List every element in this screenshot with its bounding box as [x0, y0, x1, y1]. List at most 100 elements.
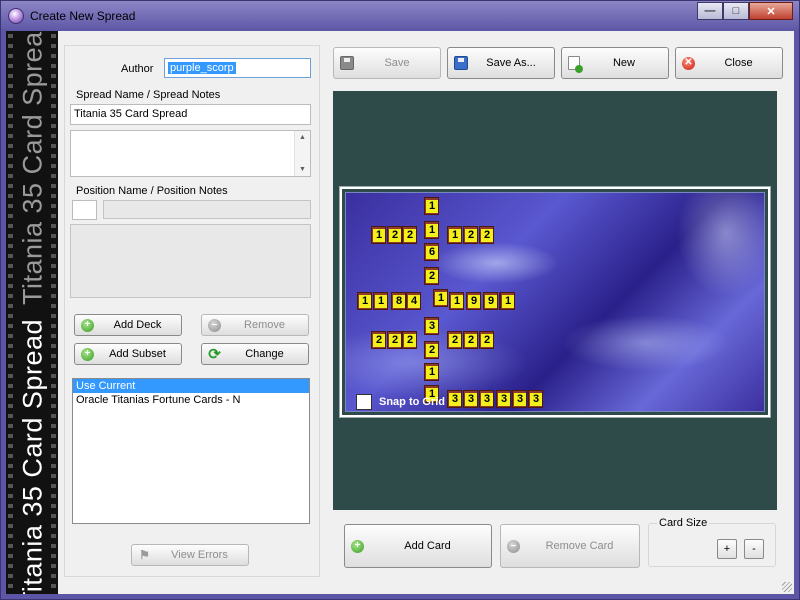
close-icon: ✕ — [682, 56, 695, 70]
spread-card[interactable]: 1 — [447, 226, 462, 244]
spread-card[interactable]: 2 — [463, 226, 478, 244]
author-label: Author — [121, 63, 154, 75]
spread-card[interactable]: 3 — [447, 390, 462, 408]
spread-board: 122116213211122118419911222222333333 Sna… — [340, 187, 770, 417]
spread-card[interactable]: 9 — [483, 292, 498, 310]
spread-name-input[interactable]: Titania 35 Card Spread — [70, 104, 311, 125]
spread-card[interactable]: 2 — [371, 331, 386, 349]
author-input[interactable]: purple_scorp — [164, 58, 311, 78]
spread-card[interactable]: 1 — [371, 226, 386, 244]
spread-card[interactable]: 3 — [496, 390, 511, 408]
new-page-icon — [568, 56, 583, 73]
snap-to-grid-checkbox[interactable] — [356, 394, 372, 410]
add-card-button[interactable]: + Add Card — [344, 524, 492, 568]
card-position-number: 1 — [375, 295, 387, 308]
spread-card[interactable]: 1 — [433, 289, 448, 307]
card-position-number: 1 — [449, 229, 461, 242]
card-position-number: 2 — [389, 334, 401, 347]
card-position-number: 4 — [408, 295, 420, 308]
minus-icon: – — [507, 539, 520, 553]
spread-card[interactable]: 1 — [449, 292, 464, 310]
spread-card[interactable]: 3 — [424, 317, 439, 335]
card-position-number: 2 — [426, 270, 438, 283]
maximize-button[interactable]: □ — [723, 2, 749, 20]
change-deck-button[interactable]: ⟳ Change — [201, 343, 309, 365]
spread-card[interactable]: 9 — [466, 292, 481, 310]
position-name-input[interactable] — [103, 200, 311, 219]
spread-card[interactable]: 1 — [424, 197, 439, 215]
spread-card[interactable]: 4 — [406, 292, 421, 310]
deck-list[interactable]: Use Current Oracle Titanias Fortune Card… — [72, 378, 310, 524]
card-position-number: 2 — [481, 229, 493, 242]
spread-card[interactable]: 3 — [463, 390, 478, 408]
minus-icon: – — [208, 318, 221, 332]
resize-grip[interactable] — [782, 582, 792, 592]
plus-icon: + — [351, 539, 364, 553]
spread-card[interactable]: 1 — [500, 292, 515, 310]
position-label: Position Name / Position Notes — [76, 185, 228, 197]
spread-card[interactable]: 2 — [387, 331, 402, 349]
decrease-size-button[interactable]: - — [744, 539, 764, 559]
add-subset-button[interactable]: + Add Subset — [74, 343, 182, 365]
title-bar[interactable]: Create New Spread — □ ✕ — [1, 1, 799, 31]
spread-canvas: 122116213211122118419911222222333333 Sna… — [333, 91, 777, 510]
save-button[interactable]: Save — [333, 47, 441, 79]
spread-card[interactable]: 3 — [512, 390, 527, 408]
position-notes-textarea[interactable] — [70, 224, 311, 298]
remove-deck-button[interactable]: – Remove — [201, 314, 309, 336]
card-position-number: 2 — [465, 229, 477, 242]
close-window-button[interactable]: ✕ — [749, 2, 793, 20]
list-item[interactable]: Use Current — [73, 379, 309, 393]
spread-card[interactable]: 2 — [463, 331, 478, 349]
add-deck-button[interactable]: + Add Deck — [74, 314, 182, 336]
spread-name-value: Titania 35 Card Spread — [74, 108, 188, 120]
spread-name-label: Spread Name / Spread Notes — [76, 89, 221, 101]
flag-icon: ⚑ — [139, 548, 150, 562]
spread-card[interactable]: 3 — [479, 390, 494, 408]
close-button[interactable]: ✕ Close — [675, 47, 783, 79]
card-position-number: 2 — [404, 334, 416, 347]
spread-card[interactable]: 8 — [391, 292, 406, 310]
scroll-down-icon[interactable]: ▼ — [299, 166, 306, 173]
spread-layout[interactable]: 122116213211122118419911222222333333 Sna… — [345, 192, 765, 412]
spread-card[interactable]: 1 — [357, 292, 372, 310]
film-perforation-left — [8, 31, 13, 594]
snap-to-grid-label: Snap to Grid — [379, 396, 445, 408]
card-position-number: 1 — [451, 295, 463, 308]
minimize-button[interactable]: — — [697, 2, 723, 20]
spread-card[interactable]: 1 — [373, 292, 388, 310]
spread-card[interactable]: 1 — [424, 221, 439, 239]
spread-card[interactable]: 2 — [402, 226, 417, 244]
spread-card[interactable]: 2 — [402, 331, 417, 349]
position-number-input[interactable] — [72, 200, 97, 220]
spread-card[interactable]: 6 — [424, 243, 439, 261]
spread-card[interactable]: 1 — [424, 363, 439, 381]
save-as-button[interactable]: Save As... — [447, 47, 555, 79]
spread-card[interactable]: 3 — [528, 390, 543, 408]
new-button[interactable]: New — [561, 47, 669, 79]
card-position-number: 3 — [426, 320, 438, 333]
spread-notes-textarea[interactable]: ▲ ▼ — [70, 130, 311, 177]
spread-card[interactable]: 2 — [424, 341, 439, 359]
card-position-number: 3 — [498, 393, 510, 406]
increase-size-button[interactable]: + — [717, 539, 737, 559]
window-title: Create New Spread — [30, 9, 136, 23]
card-position-number: 2 — [404, 229, 416, 242]
remove-card-button[interactable]: – Remove Card — [500, 524, 640, 568]
spread-card[interactable]: 2 — [387, 226, 402, 244]
card-position-number: 1 — [435, 292, 447, 305]
spread-card[interactable]: 2 — [447, 331, 462, 349]
spread-notes-scrollbar[interactable]: ▲ ▼ — [294, 131, 310, 176]
card-position-number: 9 — [485, 295, 497, 308]
card-position-number: 3 — [514, 393, 526, 406]
scroll-up-icon[interactable]: ▲ — [299, 134, 306, 141]
list-item[interactable]: Oracle Titanias Fortune Cards - N — [73, 393, 309, 407]
view-errors-button[interactable]: ⚑ View Errors — [131, 544, 249, 566]
banner-text-secondary: Titania 35 Card Spread — [17, 31, 48, 305]
card-position-number: 3 — [465, 393, 477, 406]
spread-card[interactable]: 2 — [479, 331, 494, 349]
spread-card[interactable]: 2 — [479, 226, 494, 244]
card-size-group: Card Size + - — [648, 517, 776, 567]
card-position-number: 3 — [449, 393, 461, 406]
spread-card[interactable]: 2 — [424, 267, 439, 285]
